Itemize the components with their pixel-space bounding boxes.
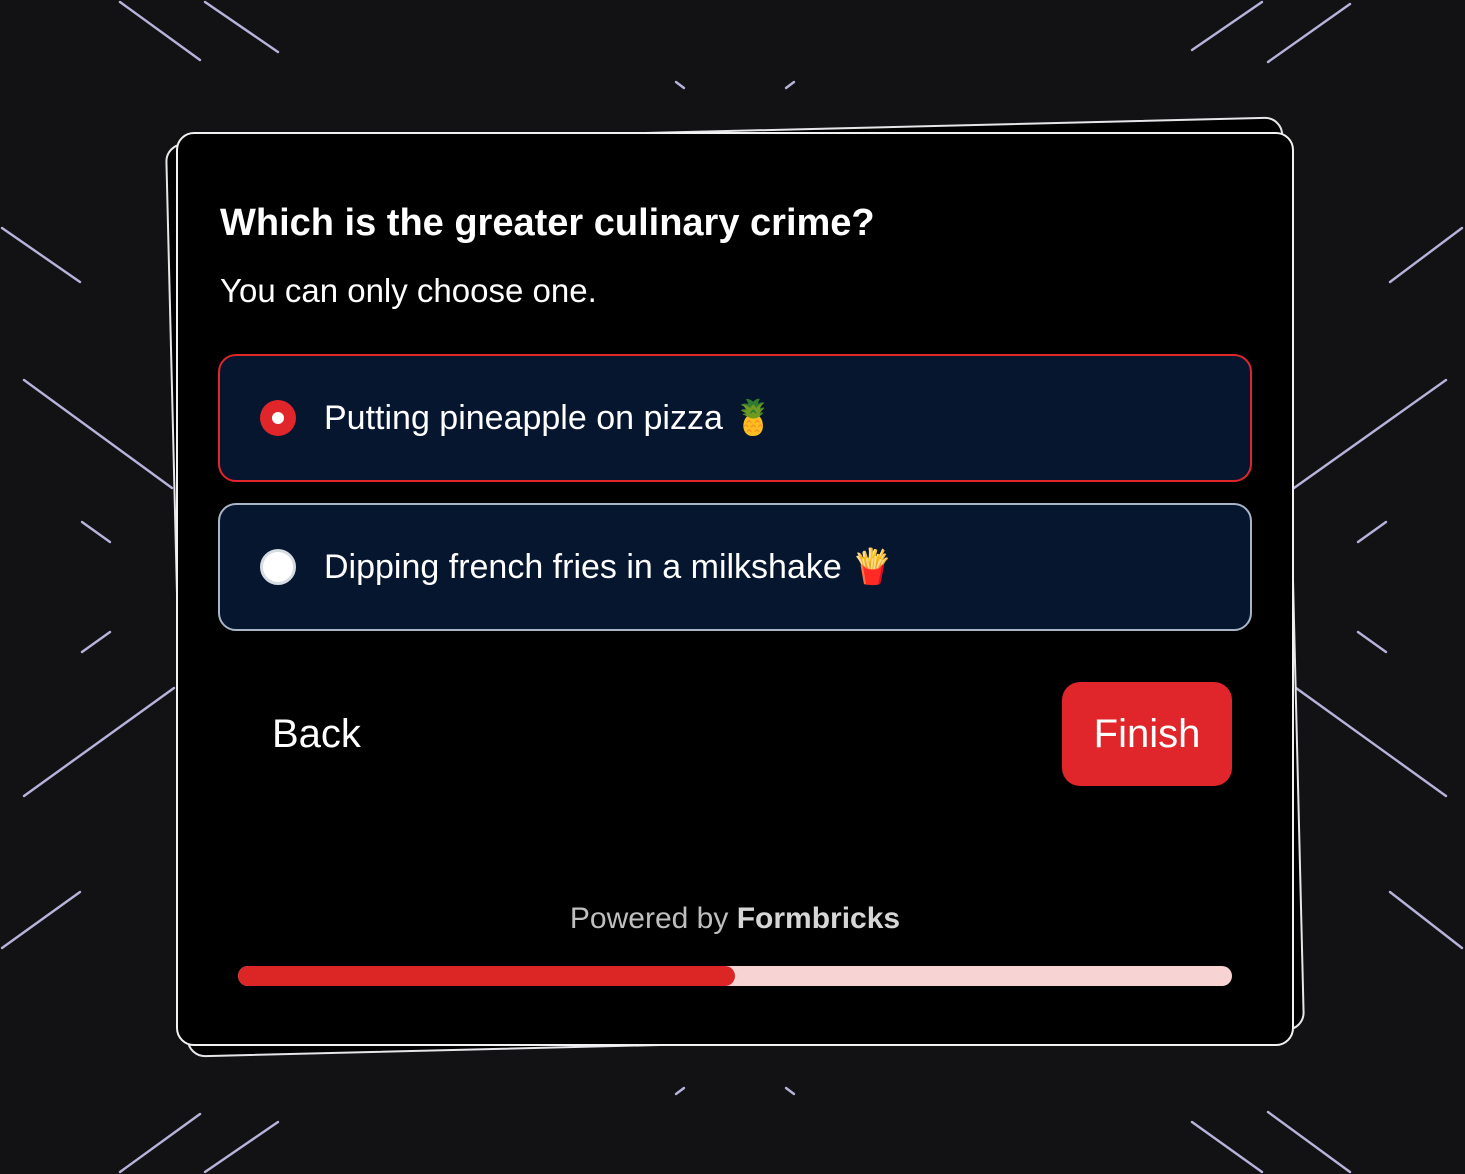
survey-card: Which is the greater culinary crime? You…: [176, 132, 1294, 1046]
radio-selected-icon[interactable]: [260, 400, 296, 436]
choice-option-label: Putting pineapple on pizza 🍍: [324, 399, 775, 437]
survey-stage: Which is the greater culinary crime? You…: [0, 0, 1465, 1174]
choice-option[interactable]: Dipping french fries in a milkshake 🍟: [218, 503, 1252, 631]
choice-option[interactable]: Putting pineapple on pizza 🍍: [218, 354, 1252, 482]
question-headline: Which is the greater culinary crime?: [220, 202, 875, 244]
radio-unselected-icon[interactable]: [260, 549, 296, 585]
choice-option-label: Dipping french fries in a milkshake 🍟: [324, 548, 894, 586]
powered-by-text: Powered by: [569, 902, 737, 935]
powered-by-footer: Powered by Formbricks: [178, 902, 1292, 936]
formbricks-brand-link[interactable]: Formbricks: [737, 902, 900, 935]
progress-bar-fill: [238, 966, 735, 986]
question-subheader: You can only choose one.: [220, 272, 597, 309]
progress-bar: [238, 966, 1232, 986]
finish-button[interactable]: Finish: [1062, 682, 1232, 786]
back-button[interactable]: Back: [250, 682, 383, 786]
